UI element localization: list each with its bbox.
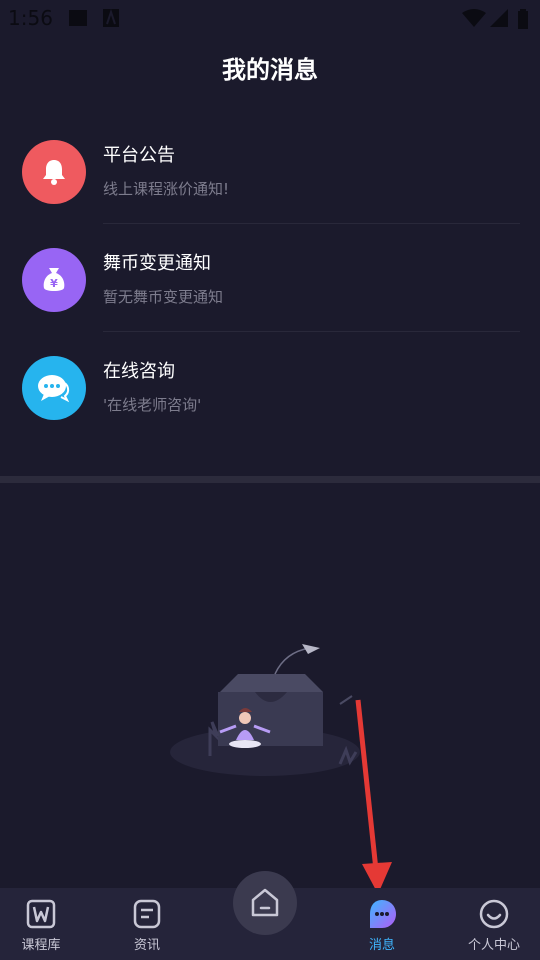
news-icon [133,899,161,929]
message-title: 平台公告 [103,145,175,166]
home-icon [251,888,279,917]
tab-messages[interactable]: 消息 [342,888,422,960]
section-divider [0,476,540,483]
home-button[interactable] [233,871,297,935]
tab-course-library[interactable]: 课程库 [1,888,81,960]
status-bar: 1:56 [0,0,540,36]
message-item-coin-change[interactable]: ¥ 舞币变更通知 暂无舞币变更通知 [0,224,540,332]
tab-news[interactable]: 资讯 [107,888,187,960]
wifi-icon [462,9,486,27]
chat-bubble-icon [22,356,86,420]
annotation-arrow [355,699,392,894]
message-item-platform-announcement[interactable]: 平台公告 线上课程涨价通知! [0,116,540,224]
message-icon [370,900,396,928]
course-library-icon [26,899,56,929]
message-list: 平台公告 线上课程涨价通知! ¥ 舞币变更通知 暂无舞币变更通知 在线咨询 '在… [0,116,540,440]
image-notification-icon [69,10,87,26]
svg-text:¥: ¥ [50,277,58,290]
message-subtitle: 暂无舞币变更通知 [103,288,224,306]
bell-icon [22,140,86,204]
tab-label: 资讯 [133,938,160,953]
money-bag-icon: ¥ [22,248,86,312]
message-title: 在线咨询 [103,361,175,382]
page-title: 我的消息 [222,56,318,84]
message-subtitle: '在线老师咨询' [103,396,202,414]
tab-label: 课程库 [21,938,61,953]
tab-label: 个人中心 [467,938,520,953]
tab-profile[interactable]: 个人中心 [454,888,534,960]
tab-label: 消息 [368,938,395,953]
message-title: 舞币变更通知 [103,253,211,274]
message-item-online-consult[interactable]: 在线咨询 '在线老师咨询' [0,332,540,440]
signal-icon [490,9,508,27]
smiley-profile-icon [479,899,509,929]
app-notification-icon [103,9,119,27]
message-subtitle: 线上课程涨价通知! [103,180,230,198]
battery-icon [518,9,528,29]
status-time: 1:56 [8,6,53,30]
